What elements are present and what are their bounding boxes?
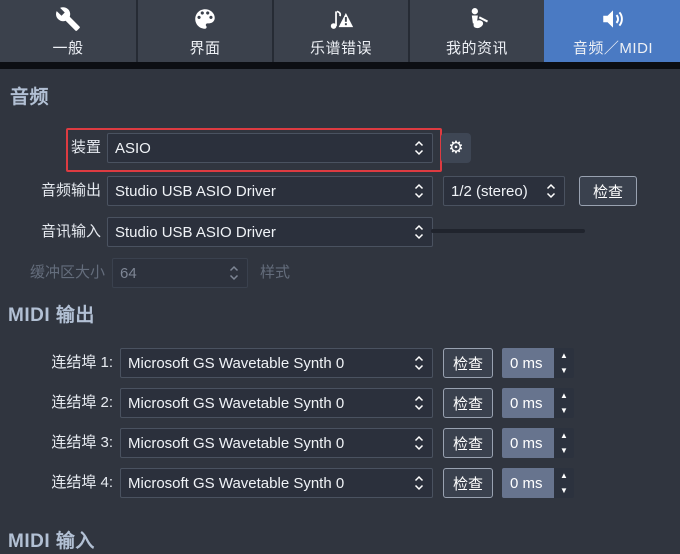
spinner-down-icon[interactable]: ▼ [554,363,574,378]
midi-port-3-dropdown[interactable]: Microsoft GS Wavetable Synth 0 [120,428,433,458]
tab-score-errors-label: 乐谱错误 [309,39,372,57]
chevron-updown-icon [413,182,425,200]
midi-port-2-latency-stepper: ▲ ▼ [554,388,574,418]
preferences-tab-bar: 一般 界面 乐谱错误 我的资讯 音频／MIDI [0,0,680,62]
tab-score-errors[interactable]: 乐谱错误 [272,0,408,62]
preferences-audio-midi-panel: 一般 界面 乐谱错误 我的资讯 音频／MIDI 音频 装置 ASIO ⚙ 音频输… [0,0,680,554]
audio-output-channels-value: 1/2 (stereo) [451,182,528,200]
midi-port-3-check-button[interactable]: 检查 [443,428,493,458]
tab-audio-midi-label: 音频／MIDI [572,39,654,57]
chevron-updown-icon [413,139,425,157]
midi-port-4-check-button[interactable]: 检查 [443,468,493,498]
palette-icon [190,5,220,33]
midi-port-3-latency-field[interactable]: 0 ms [502,428,554,458]
spinner-up-icon[interactable]: ▲ [554,428,574,443]
tab-audio-midi[interactable]: 音频／MIDI [544,0,680,62]
spinner-up-icon[interactable]: ▲ [554,348,574,363]
spinner-down-icon[interactable]: ▼ [554,443,574,458]
audio-output-check-button[interactable]: 检查 [579,176,637,206]
spinner-down-icon[interactable]: ▼ [554,403,574,418]
speaker-icon [598,5,628,33]
audio-output-dropdown[interactable]: Studio USB ASIO Driver [107,176,433,206]
tab-bar-separator [0,62,680,69]
midi-port-4-latency-stepper: ▲ ▼ [554,468,574,498]
score-error-icon [326,5,356,33]
midi-port-4-device: Microsoft GS Wavetable Synth 0 [128,474,345,492]
audio-input-level-slider[interactable] [431,229,585,233]
buffer-size-unit: 样式 [260,264,291,281]
midi-output-section-title: MIDI 输出 [8,305,95,326]
midi-port-2-latency-field[interactable]: 0 ms [502,388,554,418]
midi-input-section-title: MIDI 输入 [8,531,95,552]
audio-input-dropdown-value: Studio USB ASIO Driver [115,223,276,241]
tab-general-label: 一般 [52,39,84,57]
midi-port-1-device: Microsoft GS Wavetable Synth 0 [128,354,345,372]
midi-port-2-device: Microsoft GS Wavetable Synth 0 [128,394,345,412]
spinner-up-icon[interactable]: ▲ [554,468,574,483]
chevron-updown-icon [545,182,557,200]
audio-output-dropdown-value: Studio USB ASIO Driver [115,182,276,200]
device-dropdown[interactable]: ASIO [107,133,433,163]
chevron-updown-icon [413,354,425,372]
midi-port-1-label: 连结埠 1: [51,354,113,371]
tab-my-info[interactable]: 我的资讯 [408,0,544,62]
audio-input-dropdown[interactable]: Studio USB ASIO Driver [107,217,433,247]
midi-port-2-check-button[interactable]: 检查 [443,388,493,418]
my-info-icon [462,5,492,33]
midi-port-4-dropdown[interactable]: Microsoft GS Wavetable Synth 0 [120,468,433,498]
midi-port-3-label: 连结埠 3: [51,434,113,451]
midi-port-3-latency-stepper: ▲ ▼ [554,428,574,458]
chevron-updown-icon [413,223,425,241]
midi-port-1-latency-field[interactable]: 0 ms [502,348,554,378]
midi-port-2-label: 连结埠 2: [51,394,113,411]
audio-section-title: 音频 [10,87,50,108]
midi-port-4-label: 连结埠 4: [51,474,113,491]
tab-interface[interactable]: 界面 [136,0,272,62]
spinner-down-icon[interactable]: ▼ [554,483,574,498]
device-settings-button[interactable]: ⚙ [441,133,471,163]
buffer-size-label: 缓冲区大小 [29,264,105,281]
device-label: 装置 [70,139,101,156]
spinner-up-icon[interactable]: ▲ [554,388,574,403]
audio-output-label: 音频输出 [40,182,101,199]
chevron-updown-icon [413,474,425,492]
device-dropdown-value: ASIO [115,139,151,157]
midi-port-1-latency-stepper: ▲ ▼ [554,348,574,378]
tab-my-info-label: 我的资讯 [445,39,508,57]
chevron-updown-icon [413,394,425,412]
audio-output-channels-dropdown[interactable]: 1/2 (stereo) [443,176,565,206]
tab-interface-label: 界面 [189,39,221,57]
wrench-icon [53,5,83,33]
chevron-updown-icon [413,434,425,452]
midi-port-2-dropdown[interactable]: Microsoft GS Wavetable Synth 0 [120,388,433,418]
buffer-size-value: 64 [120,264,137,282]
gear-icon: ⚙ [448,138,464,157]
tab-general[interactable]: 一般 [0,0,136,62]
chevron-updown-icon [228,264,240,282]
midi-port-4-latency-field[interactable]: 0 ms [502,468,554,498]
midi-port-3-device: Microsoft GS Wavetable Synth 0 [128,434,345,452]
midi-port-1-dropdown[interactable]: Microsoft GS Wavetable Synth 0 [120,348,433,378]
audio-input-label: 音讯输入 [40,223,101,240]
midi-port-1-check-button[interactable]: 检查 [443,348,493,378]
buffer-size-dropdown: 64 [112,258,248,288]
